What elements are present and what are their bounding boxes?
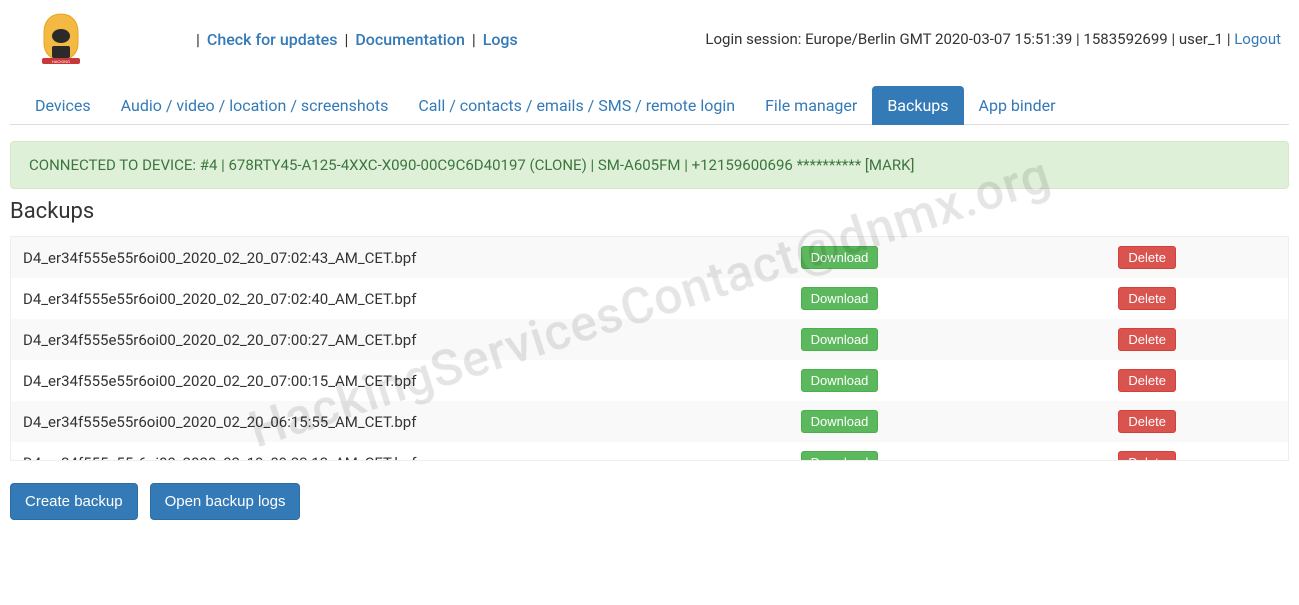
backups-container: D4_er34f555e55r6oi00_2020_02_20_07:02:43… bbox=[10, 236, 1289, 461]
delete-button[interactable]: Delete bbox=[1118, 369, 1176, 392]
backup-filename: D4_er34f555e55r6oi00_2020_02_20_06:15:55… bbox=[23, 413, 801, 431]
tab-call-contacts-emails-sms-remote-login[interactable]: Call / contacts / emails / SMS / remote … bbox=[403, 86, 750, 125]
backup-filename: D4_er34f555e55r6oi00_2020_02_20_07:02:40… bbox=[23, 290, 801, 308]
tab-devices[interactable]: Devices bbox=[20, 86, 106, 125]
backup-row: D4_er34f555e55r6oi00_2020_02_20_06:15:55… bbox=[11, 401, 1288, 442]
logo: HACKING bbox=[23, 10, 98, 68]
download-button[interactable]: Download bbox=[801, 369, 879, 392]
delete-button[interactable]: Delete bbox=[1118, 246, 1176, 269]
download-button[interactable]: Download bbox=[801, 287, 879, 310]
header-links: | Check for updates | Documentation | Lo… bbox=[193, 30, 518, 49]
backup-filename: D4_er34f555e55r6oi00_2020_02_20_07:00:15… bbox=[23, 372, 801, 390]
separator: | bbox=[472, 30, 480, 49]
backup-filename: D4_er34f555e55r6oi00_2020_02_20_07:02:43… bbox=[23, 249, 801, 267]
backups-list[interactable]: D4_er34f555e55r6oi00_2020_02_20_07:02:43… bbox=[10, 236, 1289, 461]
download-button[interactable]: Download bbox=[801, 328, 879, 351]
documentation-link[interactable]: Documentation bbox=[355, 30, 465, 49]
backup-row: D4_er34f555e55r6oi00_2020_02_20_07:00:27… bbox=[11, 319, 1288, 360]
delete-button[interactable]: Delete bbox=[1118, 451, 1176, 461]
connected-banner: CONNECTED TO DEVICE: #4 | 678RTY45-A125-… bbox=[10, 141, 1289, 189]
delete-button[interactable]: Delete bbox=[1118, 410, 1176, 433]
bottom-actions: Create backup Open backup logs bbox=[10, 483, 1289, 520]
session-info: Login session: Europe/Berlin GMT 2020-03… bbox=[705, 30, 1281, 48]
tab-file-manager[interactable]: File manager bbox=[750, 86, 872, 125]
backup-row: D4_er34f555e55r6oi00_2020_02_19_09:33:13… bbox=[11, 442, 1288, 461]
tab-audio-video-location-screenshots[interactable]: Audio / video / location / screenshots bbox=[106, 86, 404, 125]
tab-backups[interactable]: Backups bbox=[872, 86, 963, 125]
page-title: Backups bbox=[10, 199, 1289, 224]
separator: | bbox=[344, 30, 352, 49]
open-backup-logs-button[interactable]: Open backup logs bbox=[150, 483, 301, 520]
download-button[interactable]: Download bbox=[801, 451, 879, 461]
top-header: HACKING | Check for updates | Documentat… bbox=[0, 0, 1299, 74]
nav-tabs: DevicesAudio / video / location / screen… bbox=[10, 74, 1289, 125]
backup-row: D4_er34f555e55r6oi00_2020_02_20_07:00:15… bbox=[11, 360, 1288, 401]
logs-link[interactable]: Logs bbox=[483, 30, 518, 49]
svg-text:HACKING: HACKING bbox=[51, 59, 69, 64]
tab-app-binder[interactable]: App binder bbox=[964, 86, 1071, 125]
backup-row: D4_er34f555e55r6oi00_2020_02_20_07:02:40… bbox=[11, 278, 1288, 319]
backup-filename: D4_er34f555e55r6oi00_2020_02_20_07:00:27… bbox=[23, 331, 801, 349]
logout-link[interactable]: Logout bbox=[1234, 30, 1281, 48]
session-text: Login session: Europe/Berlin GMT 2020-03… bbox=[705, 30, 1223, 48]
backup-row: D4_er34f555e55r6oi00_2020_02_20_07:02:43… bbox=[11, 237, 1288, 278]
download-button[interactable]: Download bbox=[801, 246, 879, 269]
backup-filename: D4_er34f555e55r6oi00_2020_02_19_09:33:13… bbox=[23, 454, 801, 462]
separator: | bbox=[196, 30, 204, 49]
check-updates-link[interactable]: Check for updates bbox=[207, 30, 338, 49]
delete-button[interactable]: Delete bbox=[1118, 287, 1176, 310]
hacking-services-logo-icon: HACKING bbox=[30, 10, 92, 68]
download-button[interactable]: Download bbox=[801, 410, 879, 433]
create-backup-button[interactable]: Create backup bbox=[10, 483, 138, 520]
delete-button[interactable]: Delete bbox=[1118, 328, 1176, 351]
